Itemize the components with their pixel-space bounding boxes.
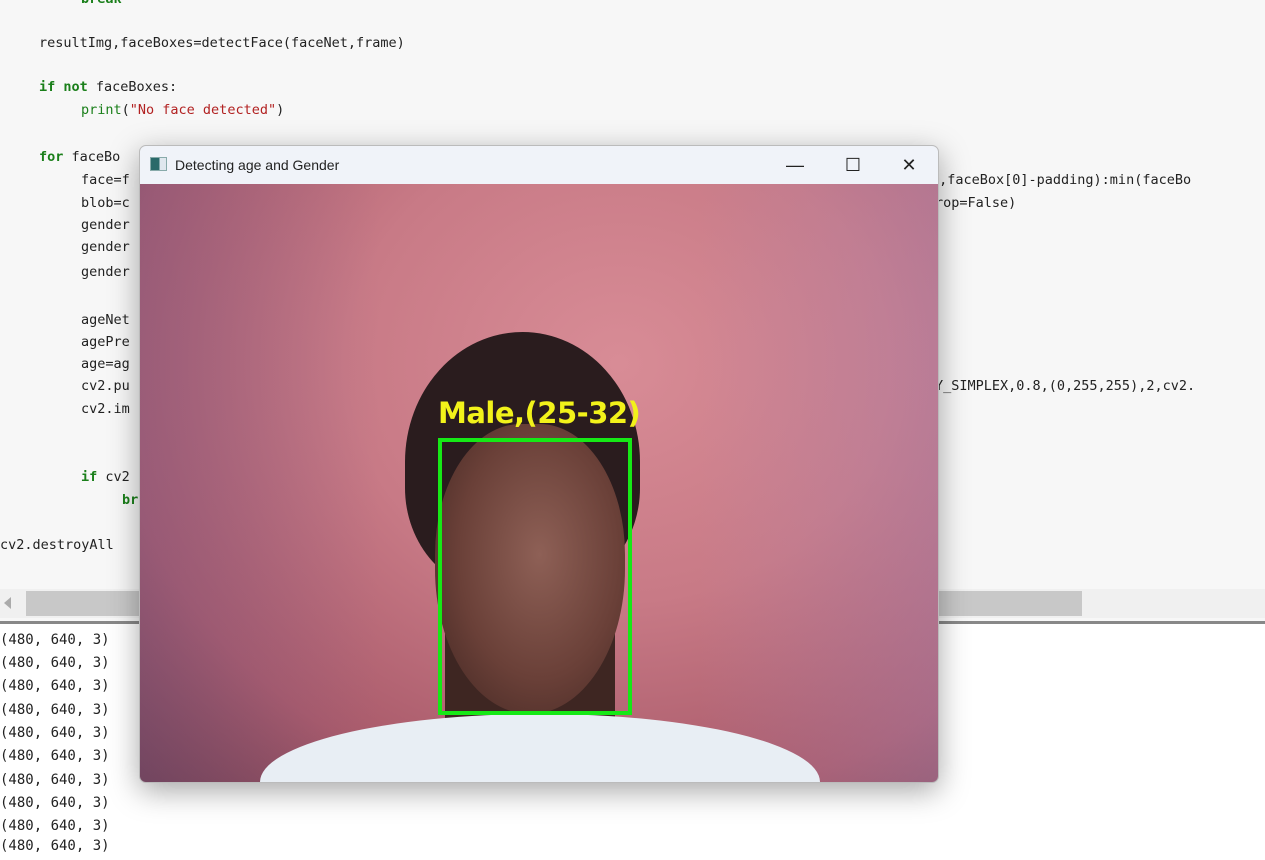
output-line: (480, 640, 3) (0, 795, 110, 811)
code-text: faceBo (63, 149, 121, 165)
code-line-if-not: if not faceBoxes: (39, 77, 177, 97)
code-line-blob: blob=c (81, 195, 130, 211)
keyword: if (81, 469, 98, 485)
webcam-frame: Male,(25-32) (140, 184, 938, 782)
code-line-puttext: cv2.pu (81, 378, 130, 394)
detection-label: Male,(25-32) (438, 396, 641, 430)
code-text: ) (276, 102, 285, 118)
code-line-break-top: break (81, 0, 122, 9)
code-line-if-cv2: if cv2 (81, 467, 130, 487)
face-bounding-box (438, 438, 632, 715)
function-name: print (81, 102, 122, 118)
code-line-age: age=ag (81, 356, 130, 372)
code-line-blob-right: rop=False) (935, 195, 1017, 211)
code-text: faceBoxes: (87, 79, 178, 95)
code-line-agenet: ageNet (81, 312, 130, 328)
code-line-gender3: gender (81, 264, 130, 280)
code-line-destroy: cv2.destroyAll (0, 537, 114, 553)
keyword: for (39, 149, 64, 165)
code-line-face-right: ),faceBox[0]-padding):min(faceBo (931, 172, 1192, 188)
output-line: (480, 640, 3) (0, 748, 110, 764)
minimize-button[interactable]: — (766, 146, 824, 184)
opencv-window[interactable]: Detecting age and Gender — ☐ ✕ Male,(25-… (139, 145, 939, 783)
code-line-print: print("No face detected") (81, 100, 284, 120)
code-line-face: face=f (81, 172, 130, 188)
maximize-button[interactable]: ☐ (824, 146, 882, 184)
string-literal: "No face detected" (129, 102, 277, 118)
code-line-agepre: agePre (81, 334, 130, 350)
code-line-imshow: cv2.im (81, 401, 130, 417)
window-title: Detecting age and Gender (175, 157, 340, 173)
output-line: (480, 640, 3) (0, 772, 110, 788)
output-line: (480, 640, 3) (0, 655, 110, 671)
window-titlebar[interactable]: Detecting age and Gender — ☐ ✕ (140, 146, 938, 184)
keyword: if not (39, 79, 88, 95)
code-line-puttext-right: Y_SIMPLEX,0.8,(0,255,255),2,cv2. (935, 378, 1196, 394)
code-line-gender2: gender (81, 239, 130, 255)
output-line: (480, 640, 3) (0, 725, 110, 741)
code-text: ( (121, 102, 130, 118)
code-line-gender1: gender (81, 217, 130, 233)
output-line: (480, 640, 3) (0, 838, 110, 854)
output-line: (480, 640, 3) (0, 632, 110, 648)
code-line-resultimg: resultImg,faceBoxes=detectFace(faceNet,f… (39, 35, 405, 51)
output-line: (480, 640, 3) (0, 818, 110, 834)
close-button[interactable]: ✕ (880, 146, 938, 184)
code-line-break: br (122, 492, 139, 508)
scroll-left-arrow-icon[interactable] (4, 597, 11, 609)
code-line-for: for faceBo (39, 147, 120, 167)
output-line: (480, 640, 3) (0, 678, 110, 694)
output-line: (480, 640, 3) (0, 702, 110, 718)
app-icon (150, 157, 167, 171)
code-text: cv2 (97, 469, 130, 485)
